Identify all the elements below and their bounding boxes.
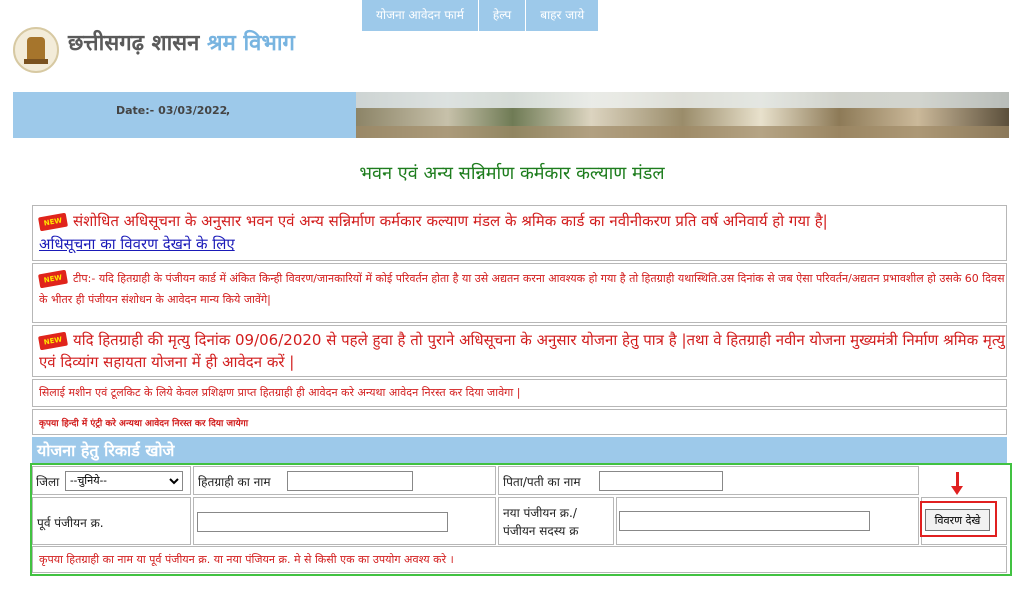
board-title: भवन एवं अन्य सन्निर्माण कर्मकार कल्याण म… [359, 163, 665, 184]
search-section-heading: योजना हेतु रिकार्ड खोजे [32, 437, 1007, 464]
notice-hindi-entry: कृपया हिन्दी में एंट्री करे अन्यथा आवेदन… [32, 409, 1007, 435]
notice-renewal-text: संशोधित अधिसूचना के अनुसार भवन एवं अन्य … [73, 212, 828, 230]
site-title-government: छत्तीसगढ़ शासन [68, 31, 200, 56]
top-nav: योजना आवेदन फार्म हेल्प बाहर जाये [362, 0, 600, 31]
new-badge-icon: NEW [37, 331, 69, 350]
nav-item-logout[interactable]: बाहर जाये [526, 0, 600, 31]
notice-renewal: NEW संशोधित अधिसूचना के अनुसार भवन एवं अन… [32, 205, 1007, 261]
arrow-down-icon [956, 472, 959, 487]
nav-item-scheme-application-form[interactable]: योजना आवेदन फार्म [362, 0, 479, 31]
date-separator: , [226, 104, 231, 117]
site-title-department: श्रम विभाग [207, 31, 295, 56]
notification-details-link[interactable]: अधिसूचना का विवरण देखने के लिए [39, 235, 235, 253]
nav-item-help[interactable]: हेल्प [478, 0, 527, 31]
notice-registration-update-text: टीप:- यदि हितग्राही के पंजीयन कार्ड में … [39, 272, 1005, 306]
search-instruction-note: कृपया हितग्राही का नाम या पूर्व पंजीयन क… [32, 546, 1007, 573]
date-label: Date:- 03/03/2022 [116, 104, 228, 117]
new-badge-icon: NEW [37, 212, 69, 231]
banner-photo-workers [356, 92, 1009, 138]
notice-death-scheme: NEW यदि हितग्राही की मृत्यु दिनांक 09/06/… [32, 325, 1007, 377]
header-banner: Date:- 03/03/2022 , [13, 92, 1009, 138]
notice-sewing-machine: सिलाई मशीन एवं टूलकिट के लिये केवल प्रशि… [32, 379, 1007, 407]
emblem-logo [13, 27, 59, 73]
notice-death-scheme-text: यदि हितग्राही की मृत्यु दिनांक 09/06/202… [39, 331, 1005, 371]
arrow-down-icon-head [951, 486, 963, 495]
notice-hindi-entry-text: कृपया हिन्दी में एंट्री करे अन्यथा आवेदन… [39, 419, 249, 429]
notice-sewing-machine-text: सिलाई मशीन एवं टूलकिट के लिये केवल प्रशि… [39, 386, 521, 399]
view-details-button[interactable]: विवरण देखे [925, 509, 990, 531]
site-title: छत्तीसगढ़ शासन श्रम विभाग [68, 27, 295, 57]
notice-registration-update: NEW टीप:- यदि हितग्राही के पंजीयन कार्ड म… [32, 263, 1007, 323]
new-badge-icon: NEW [37, 269, 69, 289]
